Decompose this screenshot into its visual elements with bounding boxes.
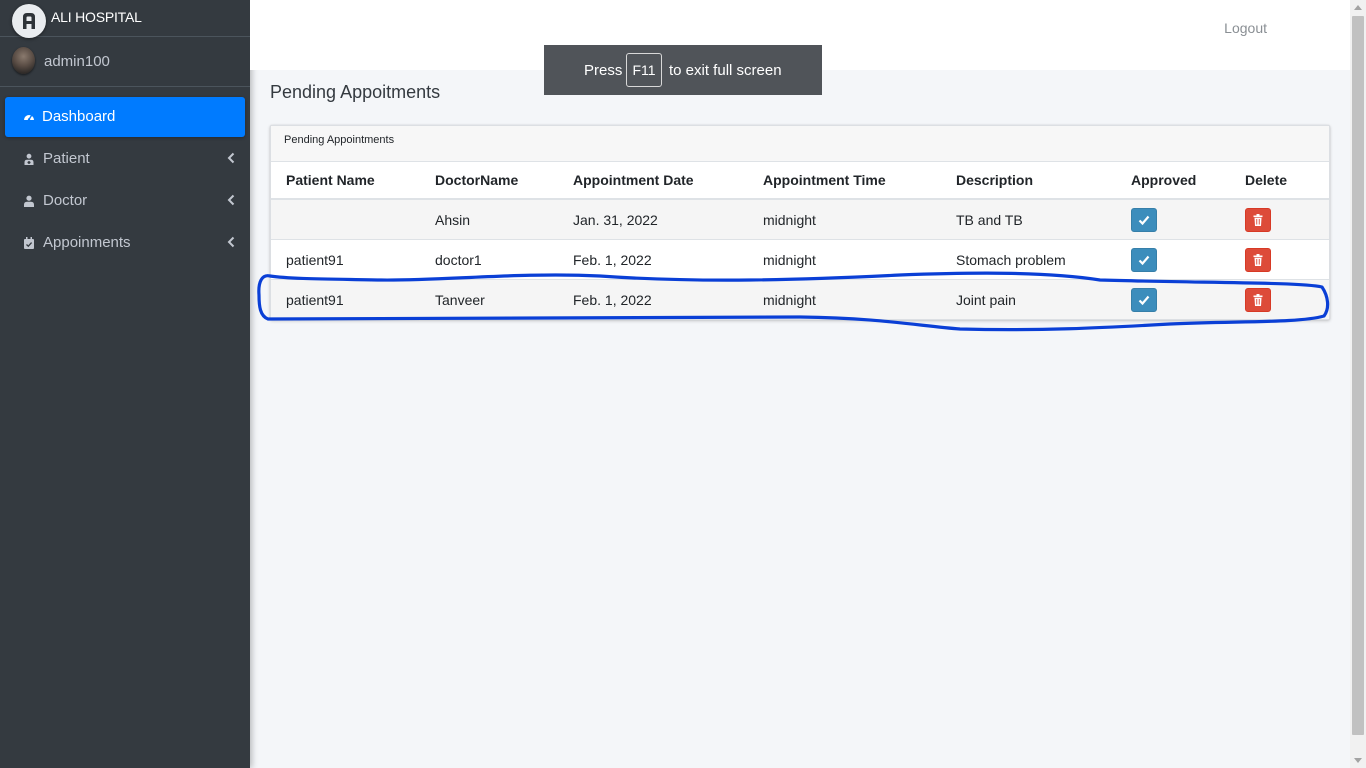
cell-appointment-time: midnight xyxy=(748,198,941,240)
approve-button[interactable] xyxy=(1131,247,1157,272)
sidebar-item-label: Doctor xyxy=(43,192,88,209)
trash-icon xyxy=(1253,253,1263,266)
cell-patient-name: patient91 xyxy=(271,239,420,280)
table-row: patient91 doctor1 Feb. 1, 2022 midnight … xyxy=(271,239,1329,280)
delete-button[interactable] xyxy=(1245,207,1271,232)
chevron-left-icon xyxy=(227,152,235,164)
sidebar-item-label: Appoinments xyxy=(43,234,131,251)
sidebar-item-label: Patient xyxy=(43,150,90,167)
chevron-left-icon xyxy=(227,236,235,248)
scroll-up-arrow-icon[interactable] xyxy=(1354,5,1362,10)
table-header-row: Patient Name DoctorName Appointment Date… xyxy=(271,162,1329,200)
cell-appointment-date: Feb. 1, 2022 xyxy=(558,279,748,319)
sidebar-item-appointments[interactable]: Appoinments xyxy=(5,223,245,263)
cell-appointment-date: Feb. 1, 2022 xyxy=(558,239,748,280)
notice-rest-text: to exit full screen xyxy=(669,62,782,79)
table-row: Ahsin Jan. 31, 2022 midnight TB and TB xyxy=(271,198,1329,240)
logout-link[interactable]: Logout xyxy=(1224,20,1267,36)
cell-patient-name: patient91 xyxy=(271,279,420,319)
cell-appointment-time: midnight xyxy=(748,239,941,280)
card-header: Pending Appointments xyxy=(271,126,1329,162)
delete-button[interactable] xyxy=(1245,247,1271,272)
cell-description: TB and TB xyxy=(941,198,1116,240)
trash-icon xyxy=(1253,293,1263,306)
column-header-patient-name: Patient Name xyxy=(271,162,420,200)
cell-doctor-name: Tanveer xyxy=(420,279,558,319)
column-header-delete: Delete xyxy=(1230,162,1329,200)
check-icon xyxy=(1138,295,1150,305)
cell-description: Stomach problem xyxy=(941,239,1116,280)
page-title: Pending Appoitments xyxy=(270,82,441,102)
cell-approved xyxy=(1116,279,1230,319)
cell-approved xyxy=(1116,239,1230,280)
cell-patient-name xyxy=(271,198,420,240)
table-row: patient91 Tanveer Feb. 1, 2022 midnight … xyxy=(271,279,1329,319)
check-icon xyxy=(1138,255,1150,265)
calendar-check-icon xyxy=(24,237,34,249)
brand-name: ALI HOSPITAL xyxy=(51,9,142,25)
column-header-appointment-date: Appointment Date xyxy=(558,162,748,200)
approve-button[interactable] xyxy=(1131,287,1157,312)
column-header-appointment-time: Appointment Time xyxy=(748,162,941,200)
scrollbar-thumb[interactable] xyxy=(1352,16,1364,735)
sidebar-item-doctor[interactable]: Doctor xyxy=(5,181,245,221)
sidebar: ALI HOSPITAL admin100 Dashboard Patient … xyxy=(0,0,250,768)
column-header-doctor-name: DoctorName xyxy=(420,162,558,200)
brand-logo xyxy=(12,4,46,38)
cell-doctor-name: Ahsin xyxy=(420,198,558,240)
cell-appointment-time: midnight xyxy=(748,279,941,319)
scroll-down-arrow-icon[interactable] xyxy=(1354,758,1362,763)
sidebar-item-label: Dashboard xyxy=(42,108,116,125)
trash-icon xyxy=(1253,213,1263,226)
scrollbar[interactable] xyxy=(1350,0,1366,768)
pending-appointments-card: Pending Appointments Patient Name Doctor… xyxy=(270,125,1330,320)
patient-icon xyxy=(24,153,34,165)
brand[interactable]: ALI HOSPITAL xyxy=(0,0,250,38)
cell-delete xyxy=(1230,198,1329,240)
sidebar-item-patient[interactable]: Patient xyxy=(5,139,245,179)
avatar xyxy=(12,47,35,74)
doctor-icon xyxy=(24,195,34,207)
cell-appointment-date: Jan. 31, 2022 xyxy=(558,198,748,240)
notice-key-f11: F11 xyxy=(626,53,662,87)
appointments-table: Patient Name DoctorName Appointment Date… xyxy=(271,162,1329,319)
cell-delete xyxy=(1230,239,1329,280)
user-name: admin100 xyxy=(44,53,110,70)
cell-doctor-name: doctor1 xyxy=(420,239,558,280)
approve-button[interactable] xyxy=(1131,207,1157,232)
cell-delete xyxy=(1230,279,1329,319)
user-panel[interactable]: admin100 xyxy=(0,37,250,87)
chevron-left-icon xyxy=(227,194,235,206)
notice-press-text: Press xyxy=(584,62,623,79)
cell-description: Joint pain xyxy=(941,279,1116,319)
column-header-approved: Approved xyxy=(1116,162,1230,200)
card-title: Pending Appointments xyxy=(284,134,395,146)
column-header-description: Description xyxy=(941,162,1116,200)
check-icon xyxy=(1138,215,1150,225)
sidebar-item-dashboard[interactable]: Dashboard xyxy=(5,97,245,137)
dashboard-gauge-icon xyxy=(24,115,34,121)
delete-button[interactable] xyxy=(1245,287,1271,312)
fullscreen-exit-notice: Press F11 to exit full screen xyxy=(544,45,822,95)
cell-approved xyxy=(1116,198,1230,240)
